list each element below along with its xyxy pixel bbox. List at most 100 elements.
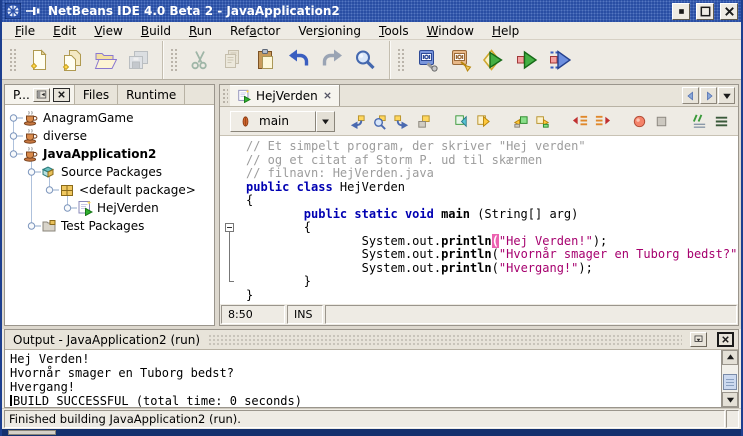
close-button[interactable] (720, 3, 738, 20)
scroll-up-button[interactable] (722, 350, 738, 365)
redo-button[interactable] (316, 44, 347, 75)
tree-expand-handle[interactable] (27, 166, 41, 178)
build-main-project-button[interactable] (411, 44, 442, 75)
menu-build[interactable]: Build (132, 23, 180, 39)
code-line-5[interactable]: { (246, 194, 738, 208)
save-all-button[interactable] (122, 44, 153, 75)
shift-line-right-button[interactable] (592, 110, 613, 132)
tree-expand-handle[interactable] (9, 130, 23, 142)
code-editor[interactable]: // Et simpelt program, der skriver "Hej … (220, 136, 738, 304)
toolbar-grip[interactable] (396, 47, 404, 73)
tree-expand-handle[interactable] (9, 112, 23, 124)
open-project-button[interactable] (89, 44, 120, 75)
fold-collapse-icon[interactable] (225, 223, 234, 232)
code-line-8[interactable]: System.out.println("Hej Verden!"); (246, 235, 738, 249)
minimize-button[interactable] (672, 3, 690, 20)
tab-list-button[interactable] (718, 87, 735, 104)
configuration-combo[interactable]: main (230, 111, 335, 132)
tree-expand-handle[interactable] (63, 202, 77, 214)
debug-main-project-button[interactable] (543, 44, 574, 75)
find-selection-button[interactable] (369, 110, 390, 132)
tree-expand-handle[interactable] (45, 184, 59, 196)
run-file-button[interactable] (510, 44, 541, 75)
cut-button[interactable] (184, 44, 215, 75)
shift-line-left-button[interactable] (570, 110, 591, 132)
paste-button[interactable] (250, 44, 281, 75)
code-line-3[interactable]: // filnavn: HejVerden.java (246, 167, 738, 181)
tab-hejverden[interactable]: HejVerden (230, 85, 340, 106)
uncomment-button[interactable] (711, 110, 732, 132)
panel-close-button[interactable] (53, 88, 70, 102)
comment-button[interactable] (689, 110, 710, 132)
tree-expand-handle[interactable] (9, 148, 23, 160)
tab-bar-grip[interactable] (222, 88, 228, 103)
menu-tools[interactable]: Tools (370, 23, 418, 39)
tree-node-test-packages[interactable]: Test Packages (5, 217, 214, 235)
menu-window[interactable]: Window (418, 23, 483, 39)
toolbar-grip[interactable] (169, 47, 177, 73)
output-header-grip[interactable] (208, 334, 682, 346)
output-header[interactable]: Output - JavaApplication2 (run) (5, 330, 738, 350)
code-content[interactable]: // Et simpelt program, der skriver "Hej … (244, 136, 738, 304)
stop-macro-recording-button[interactable] (651, 110, 672, 132)
forward-button[interactable] (391, 110, 412, 132)
code-line-7[interactable]: { (246, 221, 738, 235)
menu-versioning[interactable]: Versioning (289, 23, 370, 39)
tab-close-button[interactable] (323, 91, 332, 100)
previous-bookmark-button[interactable] (510, 110, 531, 132)
tab-projects[interactable]: P... (5, 85, 75, 104)
back-button[interactable] (347, 110, 368, 132)
output-scrollbar[interactable] (721, 350, 738, 407)
clean-and-build-button[interactable] (444, 44, 475, 75)
menu-view[interactable]: View (85, 23, 131, 39)
run-main-project-button[interactable] (477, 44, 508, 75)
pin-icon[interactable] (25, 3, 41, 19)
menu-edit[interactable]: Edit (44, 23, 85, 39)
configuration-combo-arrow[interactable] (316, 111, 335, 132)
menu-refactor[interactable]: Refactor (221, 23, 289, 39)
next-bookmark-button[interactable] (532, 110, 553, 132)
horizontal-scrollbar-stub[interactable] (8, 430, 56, 435)
find-next-button[interactable] (473, 110, 494, 132)
output-body[interactable]: Hej Verden!Hvornår smager en Tuborg beds… (5, 350, 738, 407)
code-line-10[interactable]: System.out.println("Hvergang!"); (246, 262, 738, 276)
panel-minimize-button[interactable] (33, 88, 50, 102)
tree-node-hejverden[interactable]: HejVerden (5, 199, 214, 217)
scroll-down-button[interactable] (722, 392, 738, 407)
menu-help[interactable]: Help (483, 23, 528, 39)
undo-button[interactable] (283, 44, 314, 75)
find-button[interactable] (349, 44, 380, 75)
configuration-combo-face[interactable]: main (230, 111, 316, 132)
scroll-tabs-right-button[interactable] (700, 87, 717, 104)
project-tree[interactable]: AnagramGamediverseJavaApplication2Source… (5, 105, 214, 325)
output-close-button[interactable] (717, 332, 734, 347)
tree-node-source-packages[interactable]: Source Packages (5, 163, 214, 181)
tab-files[interactable]: Files (75, 85, 118, 104)
tree-node-javaapplication2[interactable]: JavaApplication2 (5, 145, 214, 163)
tree-node-anagramgame[interactable]: AnagramGame (5, 109, 214, 127)
last-edit-location-button[interactable] (413, 110, 434, 132)
find-previous-button[interactable] (451, 110, 472, 132)
start-macro-recording-button[interactable] (629, 110, 650, 132)
menu-run[interactable]: Run (180, 23, 221, 39)
new-project-button[interactable] (56, 44, 87, 75)
code-line-11[interactable]: } (246, 275, 738, 289)
fold-gutter[interactable] (220, 136, 244, 304)
titlebar[interactable]: NetBeans IDE 4.0 Beta 2 - JavaApplicatio… (2, 0, 741, 22)
new-file-button[interactable] (23, 44, 54, 75)
scroll-tabs-left-button[interactable] (682, 87, 699, 104)
copy-button[interactable] (217, 44, 248, 75)
code-line-2[interactable]: // og et citat af Storm P. ud til skærme… (246, 154, 738, 168)
menu-file[interactable]: File (6, 23, 44, 39)
tree-node-diverse[interactable]: diverse (5, 127, 214, 145)
code-line-1[interactable]: // Et simpelt program, der skriver "Hej … (246, 140, 738, 154)
output-minimize-button[interactable] (690, 332, 707, 347)
output-text[interactable]: Hej Verden!Hvornår smager en Tuborg beds… (5, 350, 721, 407)
toolbar-grip[interactable] (8, 47, 16, 73)
maximize-button[interactable] (696, 3, 714, 20)
code-line-6[interactable]: public static void main (String[] arg) (246, 208, 738, 222)
tab-runtime[interactable]: Runtime (118, 85, 185, 104)
code-line-4[interactable]: public class HejVerden (246, 181, 738, 195)
code-line-9[interactable]: System.out.println("Hvornår smager en Tu… (246, 248, 738, 262)
scrollbar-thumb[interactable] (723, 374, 737, 390)
